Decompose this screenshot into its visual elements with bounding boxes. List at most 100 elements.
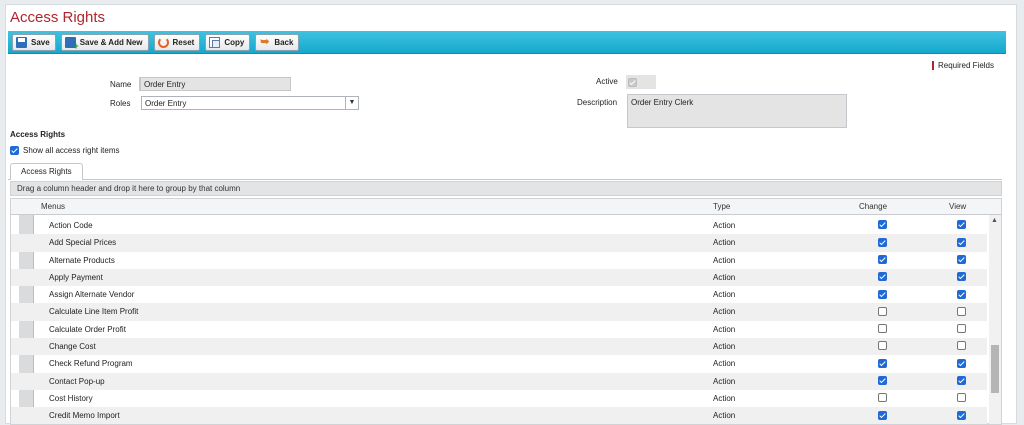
back-label: Back [274,37,294,47]
view-checkbox[interactable] [957,289,966,299]
save-add-icon [64,36,79,51]
name-field[interactable]: Order Entry [139,77,291,91]
type-cell: Action [713,324,736,334]
type-cell: Action [713,272,736,282]
column-header-view[interactable]: View [949,202,966,211]
roles-select[interactable]: Order Entry ▼ [141,96,359,110]
menu-name-cell: Add Special Prices [49,238,117,248]
copy-label: Copy [224,37,245,47]
table-row[interactable]: Calculate Order Profit Action [11,321,987,338]
view-checkbox[interactable] [957,410,966,420]
active-label: Active [596,77,618,86]
change-checkbox[interactable] [878,289,887,299]
menu-name-cell: Calculate Line Item Profit [49,307,139,317]
reset-button[interactable]: Reset [153,33,201,51]
save-button[interactable]: Save [12,33,56,51]
description-field[interactable]: Order Entry Clerk [627,94,847,128]
table-row[interactable]: Change Cost Action [11,338,987,356]
table-row[interactable]: Add Special Prices Action [11,234,987,252]
menu-name-cell: Credit Memo Import [49,411,120,421]
view-checkbox[interactable] [957,393,966,403]
table-row[interactable]: Alternate Products Action [11,252,987,269]
change-checkbox[interactable] [878,237,887,247]
table-row[interactable]: Action Code Action [11,217,987,234]
table-row[interactable]: Apply Payment Action [11,268,987,287]
scroll-up-icon[interactable]: ▲ [991,217,998,224]
show-all-label: Show all access right items [23,146,120,155]
type-cell: Action [713,255,736,265]
change-checkbox[interactable] [878,306,887,316]
reset-icon [157,36,169,48]
vertical-scrollbar[interactable]: ▲ [989,215,1001,424]
roles-label: Roles [110,99,131,108]
menu-name-cell: Action Code [49,221,93,230]
change-checkbox[interactable] [878,254,887,264]
column-header-type[interactable]: Type [713,202,730,211]
description-label: Description [577,98,618,107]
table-row[interactable]: Calculate Line Item Profit Action [11,303,987,321]
back-button[interactable]: ➥ Back [255,33,300,51]
view-checkbox[interactable] [957,358,966,368]
type-cell: Action [713,238,736,248]
menu-name-cell: Alternate Products [49,255,115,265]
type-cell: Action [713,411,736,421]
table-row[interactable]: Contact Pop-up Action [11,372,987,390]
save-icon [16,36,27,48]
type-cell: Action [713,290,736,300]
view-checkbox[interactable] [957,220,966,230]
menu-name-cell: Calculate Order Profit [49,324,126,334]
show-all-checkbox[interactable] [10,146,19,155]
view-checkbox[interactable] [957,324,966,334]
menu-name-cell: Contact Pop-up [49,376,105,386]
column-header-menus[interactable]: Menus [41,202,65,211]
view-checkbox[interactable] [957,254,966,264]
table-row[interactable]: Cost History Action [11,390,987,407]
group-by-drop-area[interactable]: Drag a column header and drop it here to… [10,181,1002,196]
view-checkbox[interactable] [957,306,966,316]
access-rights-grid: Menus Type Change View Action Code Action… [10,198,1002,425]
type-cell: Action [713,342,736,352]
change-checkbox[interactable] [878,376,887,386]
copy-icon [209,36,221,48]
active-checkbox[interactable] [628,77,637,87]
copy-button[interactable]: Copy [205,33,251,51]
change-checkbox[interactable] [878,410,887,420]
chevron-down-icon[interactable]: ▼ [345,97,358,109]
type-cell: Action [713,307,736,317]
menu-name-cell: Apply Payment [49,272,103,282]
column-header-change[interactable]: Change [859,202,887,211]
view-checkbox[interactable] [957,272,966,282]
save-add-new-label: Save & Add New [79,37,143,47]
menu-name-cell: Change Cost [49,342,96,352]
type-cell: Action [713,393,736,403]
back-arrow-icon: ➥ [260,35,270,48]
toolbar: Save Save & Add New Reset Copy ➥ Back [8,31,1006,54]
required-fields-note: Required Fields [931,61,994,70]
grid-body: Action Code Action Add Special Prices Actio… [11,217,987,424]
active-checkbox-wrap [626,75,656,89]
reset-label: Reset [172,37,195,47]
menu-name-cell: Assign Alternate Vendor [49,290,135,300]
table-row[interactable]: Check Refund Program Action [11,355,987,372]
change-checkbox[interactable] [878,358,887,368]
change-checkbox[interactable] [878,324,887,334]
menu-name-cell: Cost History [49,393,93,403]
view-checkbox[interactable] [957,341,966,351]
tab-strip-divider [8,179,1002,180]
table-row[interactable]: Credit Memo Import Action [11,407,987,424]
change-checkbox[interactable] [878,272,887,282]
table-row[interactable]: Assign Alternate Vendor Action [11,286,987,303]
change-checkbox[interactable] [878,393,887,403]
change-checkbox[interactable] [878,341,887,351]
type-cell: Action [713,376,736,386]
save-add-new-button[interactable]: Save & Add New [60,33,149,51]
scrollbar-thumb[interactable] [991,345,999,393]
view-checkbox[interactable] [957,237,966,247]
type-cell: Action [713,359,736,369]
tab-access-rights[interactable]: Access Rights [10,163,83,180]
page-title: Access Rights [10,9,106,26]
change-checkbox[interactable] [878,220,887,230]
view-checkbox[interactable] [957,376,966,386]
show-all-toggle[interactable]: Show all access right items [10,146,119,155]
save-label: Save [31,37,50,47]
